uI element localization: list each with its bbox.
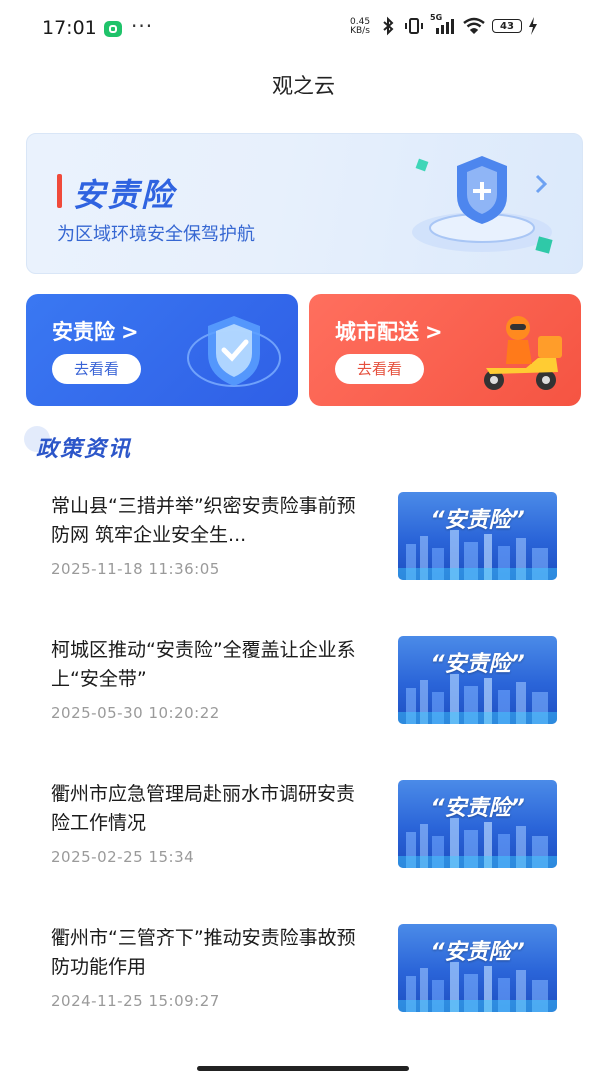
news-title: 柯城区推动“安责险”全覆盖让企业系上“安全带”	[51, 639, 356, 690]
card-city-delivery-button[interactable]: 去看看	[335, 354, 424, 384]
news-date: 2025-05-30 10:20:22	[51, 704, 220, 722]
section-header-policy-news: 政策资讯	[24, 424, 224, 464]
battery-icon: 43	[492, 19, 522, 33]
news-thumbnail-text: “安责险”	[430, 508, 525, 533]
shield-illustration-icon	[412, 156, 553, 254]
hero-title: 安责险	[73, 176, 176, 214]
network-speed-unit: KB/s	[350, 26, 370, 36]
news-item[interactable]: 常山县“三措并举”织密安责险事前预防网 筑牢企业安全生... 2025-11-1…	[0, 480, 607, 600]
hero-banner[interactable]: 安责险 为区域环境安全保驾护航	[26, 133, 583, 274]
hero-subtitle: 为区域环境安全保驾护航	[57, 224, 255, 245]
news-thumbnail-text: “安责险”	[430, 796, 525, 821]
news-title: 衢州市应急管理局赴丽水市调研安责险工作情况	[51, 783, 356, 834]
card-safety-insurance[interactable]: 安责险 > 去看看	[26, 294, 298, 406]
wifi-icon	[463, 17, 485, 35]
news-thumbnail-text: “安责险”	[430, 940, 525, 965]
news-item[interactable]: 柯城区推动“安责险”全覆盖让企业系上“安全带” 2025-05-30 10:20…	[0, 624, 607, 744]
shield-check-icon	[187, 316, 281, 387]
card-safety-insurance-label: 安责险	[52, 320, 115, 344]
hero-accent-bar	[57, 174, 62, 208]
news-title: 衢州市“三管齐下”推动安责险事故预防功能作用	[51, 927, 356, 978]
news-thumbnail: “安责险”	[398, 636, 557, 724]
news-thumbnail: “安责险”	[398, 492, 557, 580]
news-thumbnail: “安责险”	[398, 780, 557, 868]
home-indicator[interactable]	[197, 1066, 409, 1071]
vibrate-icon	[405, 18, 423, 34]
status-bar: 17:01 ··· 0.45 KB/s 5G 43	[0, 0, 607, 58]
news-item[interactable]: 衢州市应急管理局赴丽水市调研安责险工作情况 2025-02-25 15:34 “…	[0, 768, 607, 888]
cell-signal-icon: 5G	[430, 13, 456, 36]
delivery-scooter-icon	[484, 316, 562, 390]
charging-icon	[529, 17, 537, 35]
app-notification-icon	[104, 21, 122, 37]
chevron-right-icon: >	[121, 320, 139, 344]
card-city-delivery[interactable]: 城市配送 > 去看看	[309, 294, 581, 406]
page-title: 观之云	[272, 74, 335, 98]
status-time: 17:01	[42, 17, 97, 39]
news-date: 2025-02-25 15:34	[51, 848, 195, 866]
card-city-delivery-label: 城市配送	[335, 320, 419, 344]
news-item[interactable]: 衢州市“三管齐下”推动安责险事故预防功能作用 2024-11-25 15:09:…	[0, 912, 607, 1032]
more-notifications-icon: ···	[131, 14, 154, 38]
news-thumbnail: “安责险”	[398, 924, 557, 1012]
card-city-delivery-title: 城市配送 >	[335, 316, 443, 346]
chevron-right-icon: >	[425, 320, 443, 344]
section-title: 政策资讯	[36, 437, 133, 462]
news-date: 2025-11-18 11:36:05	[51, 560, 220, 578]
news-thumbnail-text: “安责险”	[430, 652, 525, 677]
bluetooth-icon	[383, 16, 394, 36]
network-speed: 0.45 KB/s	[350, 18, 370, 36]
status-icons: 5G 43	[378, 13, 538, 36]
card-safety-insurance-button[interactable]: 去看看	[52, 354, 141, 384]
card-safety-insurance-title: 安责险 >	[52, 316, 139, 346]
news-date: 2024-11-25 15:09:27	[51, 992, 220, 1010]
news-title: 常山县“三措并举”织密安责险事前预防网 筑牢企业安全生...	[51, 495, 356, 546]
